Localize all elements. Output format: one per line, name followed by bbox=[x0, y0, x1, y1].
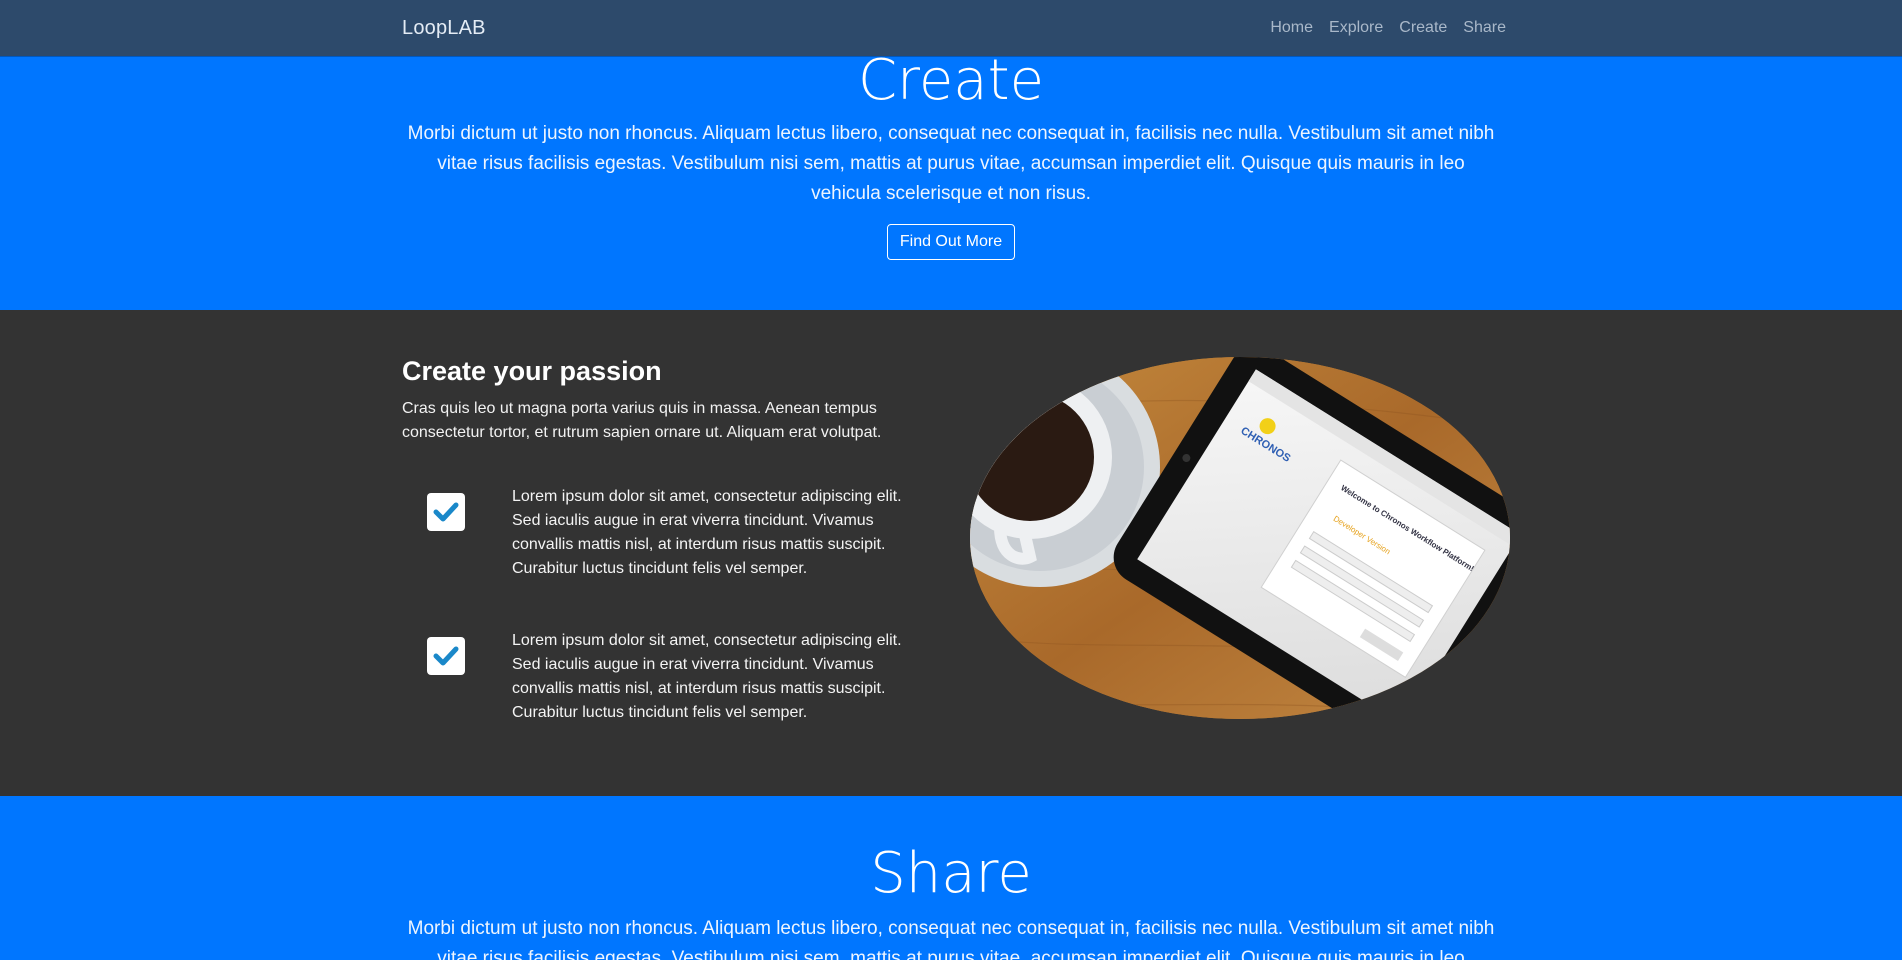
passion-description: Cras quis leo ut magna porta varius quis… bbox=[402, 400, 882, 441]
checkmark-icon bbox=[433, 502, 459, 522]
checkbox-checked-icon bbox=[427, 493, 465, 531]
tablet-coffee-illustration: CHRONOS Welcome to Chronos Workflow Plat… bbox=[970, 357, 1510, 719]
checkbox-checked-icon bbox=[427, 637, 465, 675]
feature-text: Lorem ipsum dolor sit amet, consectetur … bbox=[512, 488, 902, 577]
nav-links: Home Explore Create Share bbox=[1262, 19, 1506, 37]
nav-link-explore[interactable]: Explore bbox=[1321, 19, 1391, 37]
share-hero-text: Morbi dictum ut justo non rhoncus. Aliqu… bbox=[407, 918, 1495, 960]
passion-section: Create your passion Cras quis leo ut mag… bbox=[0, 310, 1902, 796]
checkmark-icon bbox=[433, 646, 459, 666]
passion-container: Create your passion Cras quis leo ut mag… bbox=[396, 310, 1510, 796]
share-hero-section: Share Morbi dictum ut justo non rhoncus.… bbox=[0, 796, 1902, 960]
share-hero-title: Share bbox=[870, 841, 1032, 906]
nav-link-share[interactable]: Share bbox=[1455, 19, 1506, 37]
tablet-coffee-image: CHRONOS Welcome to Chronos Workflow Plat… bbox=[970, 357, 1510, 719]
brand-link[interactable]: LoopLAB bbox=[402, 17, 486, 40]
navbar-container: LoopLAB Home Explore Create Share bbox=[396, 0, 1506, 56]
nav-link-home[interactable]: Home bbox=[1262, 19, 1321, 37]
create-hero-title: Create bbox=[857, 48, 1045, 113]
create-hero-text: Morbi dictum ut justo non rhoncus. Aliqu… bbox=[407, 123, 1495, 204]
find-out-more-button[interactable]: Find Out More bbox=[887, 224, 1015, 260]
passion-title: Create your passion bbox=[402, 356, 662, 386]
create-hero-section: Create Morbi dictum ut justo non rhoncus… bbox=[0, 48, 1902, 310]
navbar: LoopLAB Home Explore Create Share bbox=[0, 0, 1902, 56]
feature-item: Lorem ipsum dolor sit amet, consectetur … bbox=[402, 629, 942, 729]
feature-text: Lorem ipsum dolor sit amet, consectetur … bbox=[512, 632, 902, 721]
feature-item: Lorem ipsum dolor sit amet, consectetur … bbox=[402, 485, 942, 585]
nav-link-create[interactable]: Create bbox=[1391, 19, 1455, 37]
